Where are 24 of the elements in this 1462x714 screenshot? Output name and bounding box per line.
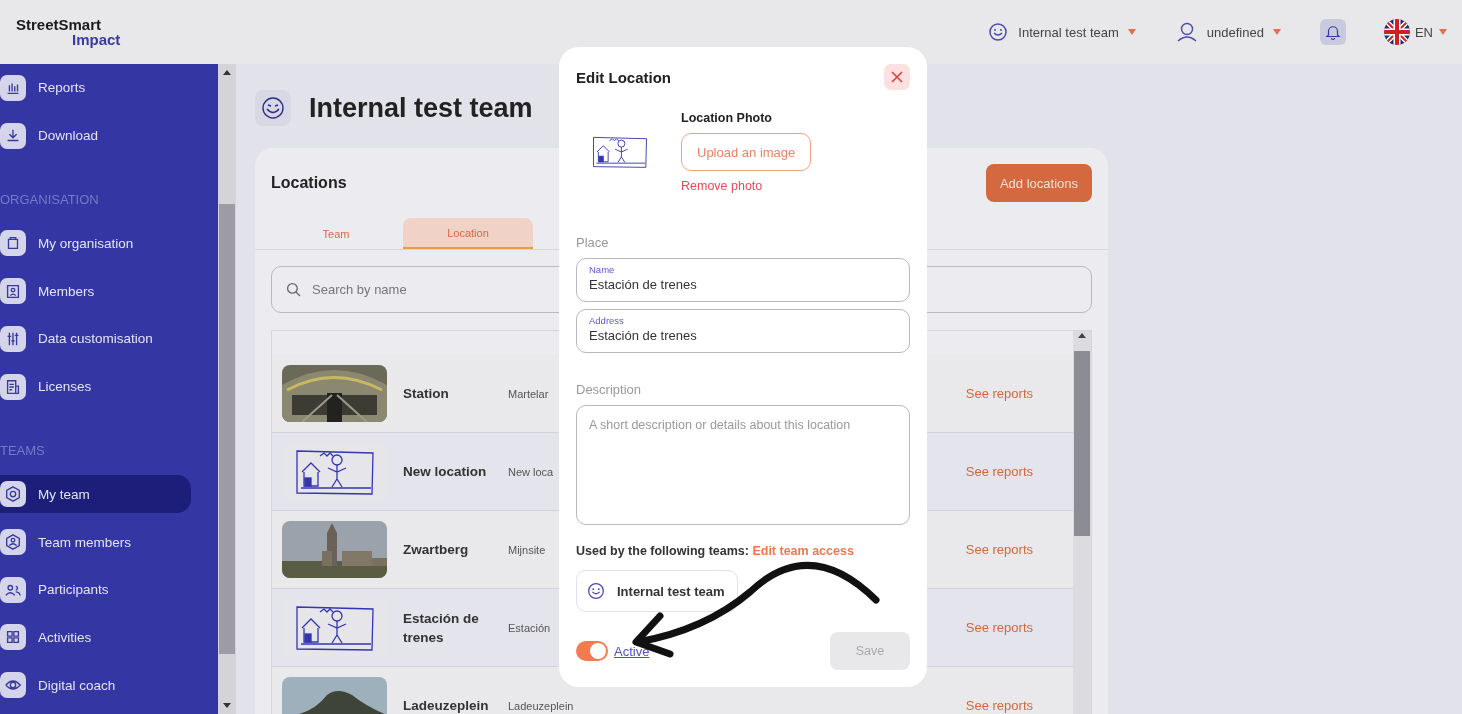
location-name: New location — [403, 463, 488, 481]
location-name: Zwartberg — [403, 541, 470, 559]
location-name: Station — [403, 385, 450, 403]
section-heading: TEAMS — [0, 442, 46, 461]
section-heading: ORGANISATION — [0, 191, 100, 210]
page-title: Internal test team — [309, 92, 533, 124]
card-title: Locations — [271, 174, 347, 192]
section-heading: Place — [576, 235, 610, 250]
field-label: Name — [589, 264, 616, 275]
photo-label: Location Photo — [681, 111, 772, 125]
location-address: Estación — [508, 621, 551, 634]
location-name: Ladeuzeplein — [403, 697, 490, 714]
logo: StreetSmart Impact — [16, 17, 121, 47]
location-name: Estación de trenes — [403, 609, 480, 647]
teams-text: Used by the following teams: Edit team access — [576, 544, 855, 558]
field-label: Address — [589, 315, 625, 326]
location-address: Ladeuzeplein — [508, 699, 574, 712]
team-name: Internal test team — [617, 583, 725, 599]
location-address: New loca — [508, 465, 554, 478]
active-label: Active — [614, 643, 650, 659]
location-address: Martelar — [508, 387, 549, 400]
dialog-title: Edit Location — [576, 68, 671, 86]
location-address: Mijnsite — [508, 543, 546, 556]
section-heading: Description — [576, 382, 643, 397]
